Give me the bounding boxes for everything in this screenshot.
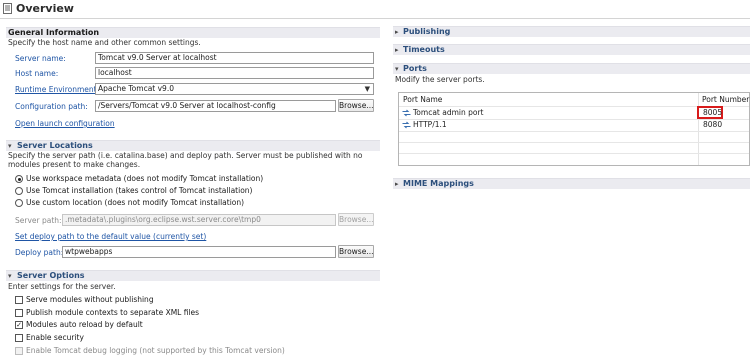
chevron-down-icon: ▼ (364, 85, 370, 93)
checkbox-enable-security[interactable] (15, 334, 23, 342)
runtime-environment-link[interactable]: Runtime Environment: (15, 85, 99, 95)
port-icon (402, 109, 411, 117)
server-options-title: Server Options (17, 271, 85, 280)
port-name-tomcat-admin[interactable]: Tomcat admin port (413, 107, 484, 118)
document-icon (3, 3, 12, 14)
chevron-down-icon: ▾ (8, 272, 12, 280)
configuration-path-field[interactable]: /Servers/Tomcat v9.0 Server at localhost… (95, 100, 336, 112)
mime-mappings-header[interactable]: ▸ MIME Mappings (393, 178, 750, 189)
checkbox-serve-modules-label: Serve modules without publishing (26, 295, 154, 304)
row-divider (399, 131, 749, 132)
deploy-path-label: Deploy path: (15, 248, 64, 257)
checkbox-debug-logging[interactable] (15, 347, 23, 355)
general-information-header: General Information (6, 27, 380, 38)
port-number-http[interactable]: 8080 (703, 119, 722, 130)
radio-tomcat-installation[interactable] (15, 187, 23, 195)
server-options-header[interactable]: ▾ Server Options (6, 270, 380, 281)
checkbox-serve-modules[interactable] (15, 296, 23, 304)
server-locations-description: Specify the server path (i.e. catalina.b… (8, 151, 363, 169)
checkbox-publish-contexts[interactable] (15, 309, 23, 317)
server-locations-title: Server Locations (17, 141, 93, 150)
server-locations-header[interactable]: ▾ Server Locations (6, 140, 380, 151)
ports-description: Modify the server ports. (395, 75, 485, 84)
checkbox-enable-security-label: Enable security (26, 333, 84, 342)
radio-custom-location[interactable] (15, 199, 23, 207)
configuration-browse-button[interactable]: Browse... (338, 99, 374, 112)
checkbox-auto-reload-label: Modules auto reload by default (26, 320, 143, 329)
mime-mappings-title: MIME Mappings (403, 179, 474, 188)
server-path-browse-button[interactable]: Browse... (338, 213, 374, 226)
row-divider (399, 153, 749, 154)
checkbox-auto-reload[interactable]: ✓ (15, 321, 23, 329)
general-information-title: General Information (8, 28, 100, 37)
port-name-http[interactable]: HTTP/1.1 (413, 119, 447, 130)
chevron-right-icon: ▸ (395, 28, 399, 36)
chevron-down-icon: ▾ (395, 65, 399, 73)
editor-title-bar (0, 0, 750, 18)
general-information-description: Specify the host name and other common s… (8, 38, 201, 47)
radio-workspace-metadata[interactable] (15, 175, 23, 183)
radio-tomcat-installation-label: Use Tomcat installation (takes control o… (26, 186, 253, 195)
column-divider (698, 93, 699, 165)
runtime-environment-select[interactable]: Apache Tomcat v9.0 ▼ (95, 83, 374, 95)
port-number-tomcat-admin[interactable]: 8005 (703, 107, 722, 118)
set-default-deploy-path-link[interactable]: Set deploy path to the default value (cu… (15, 232, 206, 241)
title-divider (0, 18, 750, 19)
server-path-field[interactable]: .metadata\.plugins\org.eclipse.wst.serve… (62, 214, 336, 226)
port-icon (402, 121, 411, 129)
publishing-title: Publishing (403, 27, 451, 36)
deploy-path-field[interactable]: wtpwebapps (62, 246, 336, 258)
checkbox-debug-logging-label: Enable Tomcat debug logging (not support… (26, 346, 285, 355)
timeouts-header[interactable]: ▸ Timeouts (393, 44, 750, 55)
publishing-header[interactable]: ▸ Publishing (393, 26, 750, 37)
chevron-right-icon: ▸ (395, 46, 399, 54)
timeouts-title: Timeouts (403, 45, 445, 54)
configuration-path-label: Configuration path: (15, 102, 88, 111)
server-name-label: Server name: (15, 54, 66, 63)
column-header-port-number[interactable]: Port Number (702, 94, 749, 105)
chevron-down-icon: ▾ (8, 142, 12, 150)
row-divider (399, 119, 749, 120)
ports-title: Ports (403, 64, 427, 73)
radio-custom-location-label: Use custom location (does not modify Tom… (26, 198, 245, 207)
runtime-environment-value: Apache Tomcat v9.0 (98, 84, 174, 93)
server-options-description: Enter settings for the server. (8, 282, 116, 291)
checkbox-publish-contexts-label: Publish module contexts to separate XML … (26, 308, 200, 317)
row-divider (399, 142, 749, 143)
page-title: Overview (16, 2, 74, 15)
ports-header[interactable]: ▾ Ports (393, 63, 750, 74)
chevron-right-icon: ▸ (395, 180, 399, 188)
deploy-path-browse-button[interactable]: Browse... (338, 245, 374, 258)
server-path-label: Server path: (15, 216, 62, 225)
radio-workspace-metadata-label: Use workspace metadata (does not modify … (26, 174, 264, 183)
host-name-field[interactable]: localhost (95, 67, 374, 79)
server-name-field[interactable]: Tomcat v9.0 Server at localhost (95, 52, 374, 64)
host-name-label: Host name: (15, 69, 59, 78)
open-launch-configuration-link[interactable]: Open launch configuration (15, 119, 115, 128)
column-header-port-name[interactable]: Port Name (403, 94, 442, 105)
